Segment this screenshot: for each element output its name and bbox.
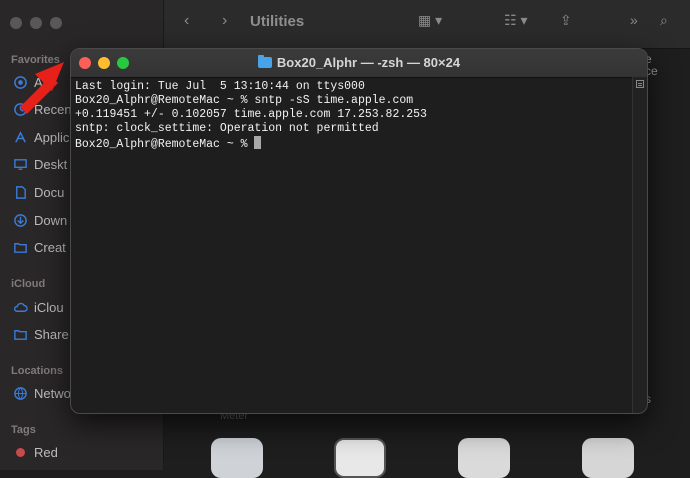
sidebar-item-applications[interactable]: Applic [12,128,69,146]
app-icon-screenshot[interactable] [334,438,386,478]
sidebar-item-creative-cloud[interactable]: Creat [12,238,66,256]
terminal-line: sntp: clock_settime: Operation not permi… [75,122,379,135]
sidebar-item-label: Recen [34,101,72,117]
forward-icon[interactable]: › [222,12,227,30]
airdrop-icon [12,74,28,90]
app-icon-system-info[interactable] [582,438,634,478]
sidebar-item-tag-red[interactable]: Red [12,443,58,461]
sidebar-item-label: Applic [34,129,70,145]
more-toolbar-icon[interactable]: » [630,12,638,28]
sidebar-item-label: Share [34,326,69,342]
share-icon[interactable]: ⇪ [560,12,572,29]
sidebar-item-label: Red [34,444,58,460]
terminal-prompt-line[interactable]: Box20_Alphr@RemoteMac ~ % [75,136,630,151]
folder-icon [12,239,28,255]
terminal-title: Box20_Alphr — -zsh — 80×24 [71,55,647,70]
shared-folder-icon [12,326,28,342]
scroll-marker-icon[interactable] [636,80,644,88]
document-icon [12,184,28,200]
sidebar-heading-tags: Tags [11,424,36,436]
sidebar-item-label: iClou [34,299,64,315]
group-icon[interactable]: ☷ ▾ [504,12,527,29]
terminal-scrollbar[interactable] [632,77,647,413]
download-icon [12,212,28,228]
search-icon[interactable]: ⌕ [660,12,668,29]
sidebar-item-shared[interactable]: Share [12,325,69,343]
terminal-prompt: Box20_Alphr@RemoteMac ~ % [75,138,255,151]
sidebar-item-label: Docu [34,184,65,200]
text-cursor [254,136,262,149]
desktop-icon [12,156,28,172]
terminal-window[interactable]: Box20_Alphr — -zsh — 80×24 Last login: T… [70,48,648,414]
finder-toolbar: ‹ › Utilities ▦ ▾ ☷ ▾ ⇪ » ⌕ [164,0,690,49]
finder-title: Utilities [250,13,305,30]
folder-icon [257,55,272,68]
sidebar-heading-favorites: Favorites [11,54,60,66]
sidebar-item-network[interactable]: Netwo [12,384,71,402]
terminal-line: Last login: Tue Jul 5 13:10:44 on ttys00… [75,80,365,93]
terminal-title-text: Box20_Alphr — -zsh — 80×24 [276,55,461,70]
globe-icon [12,385,28,401]
sidebar-item-label: Air [34,74,50,90]
sidebar-item-downloads[interactable]: Down [12,211,67,229]
terminal-line: Box20_Alphr@RemoteMac ~ % sntp -sS time.… [75,94,414,107]
sidebar-item-recents[interactable]: Recen [12,100,72,118]
sidebar-item-documents[interactable]: Docu [12,183,64,201]
clock-icon [12,101,28,117]
sidebar-item-label: Creat [34,239,66,255]
sidebar-item-desktop[interactable]: Deskt [12,155,67,173]
sidebar-item-airdrop[interactable]: Air [12,73,50,91]
sidebar-item-label: Netwo [34,385,71,401]
terminal-line: +0.119451 +/- 0.102057 time.apple.com 17… [75,108,427,121]
sidebar-item-label: Deskt [34,156,68,172]
finder-zoom-button[interactable] [50,17,62,29]
terminal-output[interactable]: Last login: Tue Jul 5 13:10:44 on ttys00… [75,80,630,410]
finder-minimize-button[interactable] [30,17,42,29]
applications-icon [12,129,28,145]
terminal-titlebar[interactable]: Box20_Alphr — -zsh — 80×24 [71,49,647,78]
back-icon[interactable]: ‹ [184,12,189,30]
app-icon-finder[interactable] [211,438,263,478]
finder-close-button[interactable] [10,17,22,29]
sidebar-item-icloud-drive[interactable]: iClou [12,298,64,316]
cloud-icon [12,299,28,315]
app-icon-script-editor[interactable] [458,438,510,478]
sidebar-item-label: Down [34,212,68,228]
sidebar-heading-icloud: iCloud [11,278,46,290]
grid-view-icon[interactable]: ▦ ▾ [418,12,442,29]
red-tag-icon [12,444,28,460]
sidebar-heading-locations: Locations [11,365,63,377]
